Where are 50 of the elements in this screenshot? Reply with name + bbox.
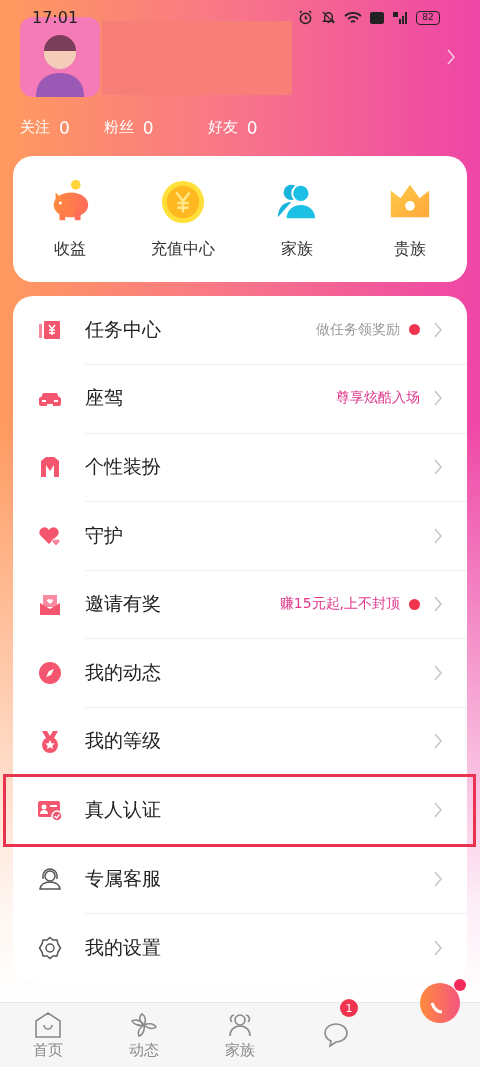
chevron-icon: [433, 800, 443, 819]
menu-item[interactable]: 任务中心 做任务领奖励: [13, 296, 467, 365]
chevron-icon[interactable]: [446, 48, 456, 66]
chevron-icon: [433, 458, 443, 476]
menu-label: 守护: [85, 522, 123, 548]
chevron-icon: [433, 526, 443, 545]
pinwheel-icon: [130, 1010, 158, 1039]
wifi-icon: [344, 10, 362, 25]
hint-text: 尊享炫酷入场: [336, 389, 420, 408]
menu-label: 我的动态: [85, 659, 161, 685]
hint-text: 做任务领奖励: [316, 320, 400, 339]
menu-item[interactable]: 我的设置: [13, 913, 467, 982]
chevron-icon: [433, 869, 443, 888]
house-icon: [34, 1010, 62, 1039]
menu-label: 我的设置: [85, 934, 161, 960]
id-card-check-icon: [35, 798, 65, 823]
menu-item[interactable]: 我的等级: [13, 707, 467, 777]
chevron-icon: [433, 595, 443, 614]
menu-item[interactable]: 我的动态: [13, 638, 467, 708]
menu-item[interactable]: 真人认证: [5, 776, 474, 845]
battery-level: 82: [422, 13, 434, 22]
chevron-icon: [433, 663, 443, 682]
chevron-icon: [433, 732, 443, 751]
alarm-icon: [298, 10, 313, 25]
coin-icon[interactable]: [160, 178, 207, 225]
menu-label: 真人认证: [85, 796, 161, 822]
chevron-icon: [433, 938, 443, 957]
chevron-icon: [433, 389, 443, 408]
menu-label: 邀请有奖: [85, 591, 161, 617]
shortcut-label[interactable]: 贵族: [394, 238, 427, 260]
menu-label: 任务中心: [85, 316, 161, 342]
shortcut-label[interactable]: 充值中心: [151, 238, 216, 260]
shortcut-label[interactable]: 收益: [53, 238, 86, 260]
menu-item[interactable]: 座驾 尊享炫酷入场: [13, 364, 467, 434]
menu-label: 座驾: [85, 385, 123, 411]
status-time: 17:01: [32, 8, 79, 27]
menu-label: 个性装扮: [85, 454, 161, 479]
menu-item[interactable]: 个性装扮: [13, 433, 467, 502]
chevron-icon: [433, 320, 443, 339]
chat-bubble-icon: [322, 1021, 350, 1049]
signal-icon: [392, 10, 408, 25]
menu-label: 专属客服: [85, 865, 161, 891]
menu-label: 我的等级: [85, 728, 161, 754]
menu-item[interactable]: 守护: [13, 501, 467, 571]
count-badge: 1: [340, 999, 358, 1017]
menu-item[interactable]: 邀请有奖 赚15元起,上不封顶: [13, 570, 467, 639]
mute-bell-icon: [321, 10, 336, 25]
shortcut-label[interactable]: 家族: [280, 238, 313, 260]
menu-item[interactable]: 专属客服: [13, 844, 467, 914]
hint-text: 赚15元起,上不封顶: [279, 595, 400, 614]
